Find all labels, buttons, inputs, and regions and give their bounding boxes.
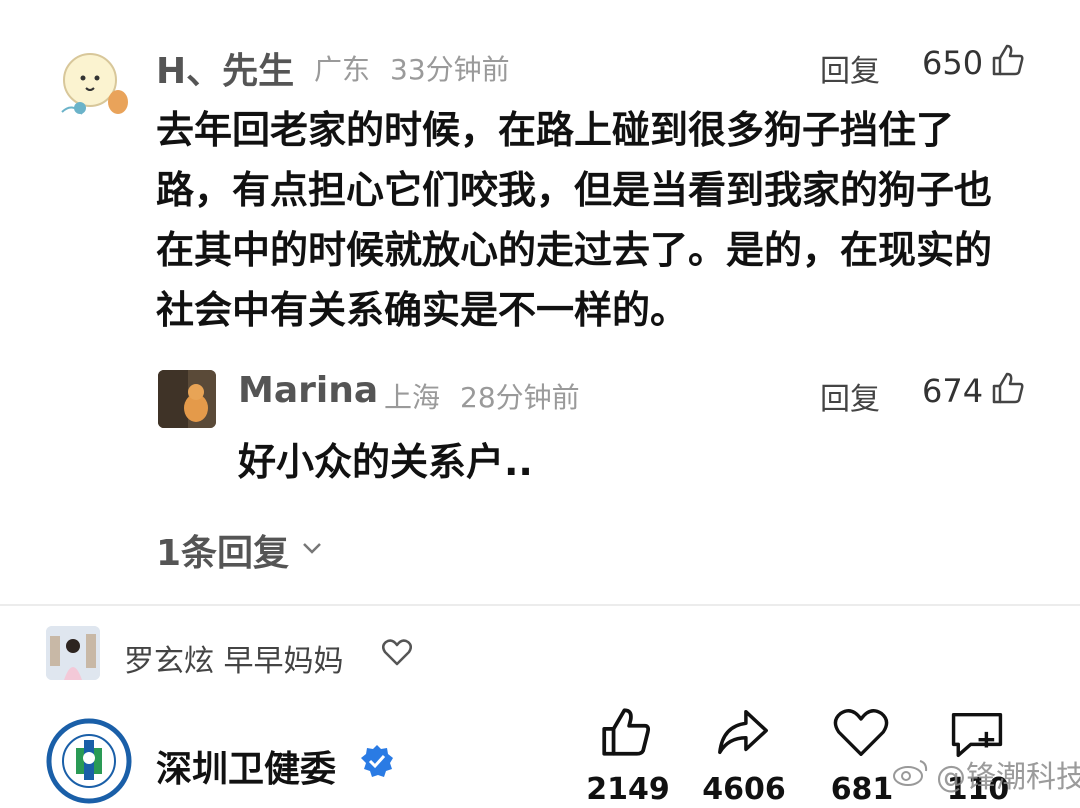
share-count: 4606	[702, 772, 786, 807]
liker-avatar[interactable]	[46, 626, 100, 680]
weibo-logo-icon	[892, 757, 930, 791]
comment-reply-button[interactable]: 回复	[820, 46, 880, 90]
comment-text: 去年回老家的时候，在路上碰到很多狗子挡住了路，有点担心它们咬我，但是当看到我家的…	[156, 108, 993, 332]
reply-like-count: 674	[922, 372, 984, 410]
reply-time: 28分钟前	[460, 381, 580, 414]
reply-text: 好小众的关系户..	[238, 440, 533, 484]
chevron-down-icon	[301, 537, 323, 563]
reply-location: 上海	[384, 381, 441, 414]
reply-avatar[interactable]	[158, 370, 216, 428]
section-divider	[0, 604, 1080, 606]
like-count: 2149	[586, 772, 670, 807]
thumb-up-icon[interactable]	[990, 370, 1026, 406]
heart-icon	[832, 706, 892, 758]
account-name[interactable]: 深圳卫健委	[156, 740, 336, 792]
account-logo[interactable]	[46, 718, 132, 804]
heart-outline-icon	[382, 638, 412, 670]
share-icon	[714, 704, 774, 760]
watermark-text: @锋潮科技	[936, 760, 1080, 795]
liker-names: 罗玄炫 早早妈妈	[124, 644, 344, 679]
watermark: @锋潮科技	[892, 752, 1080, 796]
comment-time: 33分钟前	[390, 53, 510, 86]
thumb-up-icon[interactable]	[990, 42, 1026, 78]
commenter-name[interactable]: H、先生	[156, 42, 294, 94]
reply-author-name[interactable]: Marina	[238, 370, 378, 411]
more-replies-label: 1条回复	[156, 533, 290, 574]
comment-location: 广东	[314, 53, 371, 86]
heart-action[interactable]	[832, 706, 892, 766]
comment-like-count: 650	[922, 44, 984, 82]
reply-reply-button[interactable]: 回复	[820, 374, 880, 418]
verified-badge-icon	[360, 744, 394, 782]
thumb-up-icon	[598, 704, 658, 760]
share-action[interactable]	[714, 704, 774, 764]
commenter-avatar[interactable]	[52, 42, 132, 122]
more-replies-toggle[interactable]: 1条回复	[156, 524, 323, 576]
